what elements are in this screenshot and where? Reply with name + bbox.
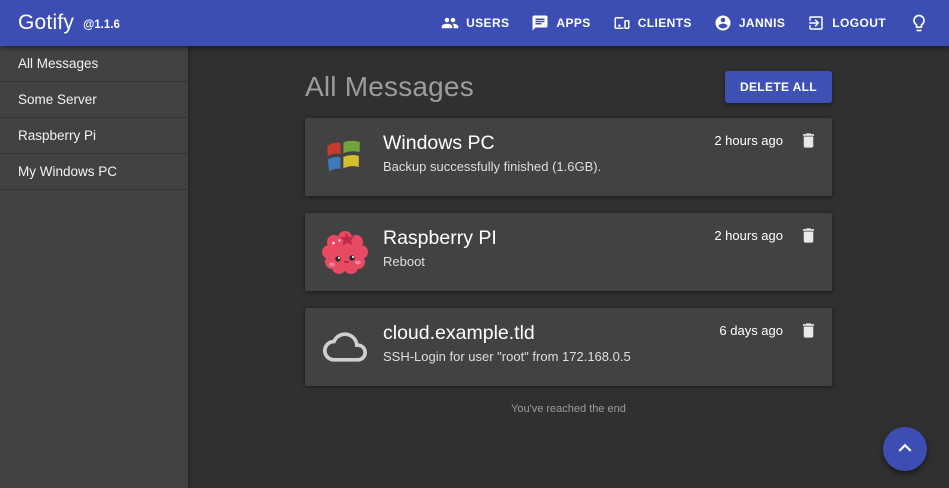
message-text: cloud.example.tld SSH-Login for user "ro… xyxy=(383,308,719,364)
page-title: All Messages xyxy=(305,71,474,103)
version-label: @1.1.6 xyxy=(83,19,120,31)
message-text: Windows PC Backup successfully finished … xyxy=(383,118,714,174)
nav-clients-button[interactable]: CLIENTS xyxy=(602,6,703,40)
message-title: cloud.example.tld xyxy=(383,321,719,345)
nav-users-button[interactable]: USERS xyxy=(430,6,520,40)
sidebar-item-raspberry-pi[interactable]: Raspberry Pi xyxy=(0,118,188,154)
nav-user-menu-button[interactable]: JANNIS xyxy=(703,6,796,40)
message-title: Raspberry PI xyxy=(383,226,714,250)
message-text: Raspberry PI Reboot xyxy=(383,213,714,269)
message-title: Windows PC xyxy=(383,131,714,155)
delete-message-icon xyxy=(799,131,818,150)
chevron-up-icon xyxy=(892,435,918,464)
account-icon xyxy=(714,14,732,32)
windows-logo-icon xyxy=(321,133,369,181)
message-body: Reboot xyxy=(383,254,714,269)
lightbulb-icon xyxy=(909,13,929,33)
delete-all-button[interactable]: DELETE ALL xyxy=(725,71,832,103)
nav-apps-button[interactable]: APPS xyxy=(520,6,601,40)
message-card-cloud: cloud.example.tld SSH-Login for user "ro… xyxy=(305,308,832,386)
main-area: All Messages DELETE ALL Windows PC Backu… xyxy=(188,46,949,488)
brand-title: Gotify xyxy=(18,11,74,35)
raspberry-logo-icon xyxy=(321,228,369,276)
sidebar: All Messages Some Server Raspberry Pi My… xyxy=(0,46,188,488)
nav-logout-label: LOGOUT xyxy=(832,16,886,30)
theme-toggle-button[interactable] xyxy=(903,7,935,39)
top-nav: USERS APPS CLIENTS JANNIS LOGOUT xyxy=(430,6,935,40)
nav-users-label: USERS xyxy=(466,16,509,30)
nav-user-label: JANNIS xyxy=(739,16,785,30)
users-icon xyxy=(441,14,459,32)
delete-message-button[interactable] xyxy=(799,226,818,245)
appbar: Gotify @1.1.6 USERS APPS CLIENTS JANNIS … xyxy=(0,0,949,46)
sidebar-item-some-server[interactable]: Some Server xyxy=(0,82,188,118)
delete-message-button[interactable] xyxy=(799,131,818,150)
nav-logout-button[interactable]: LOGOUT xyxy=(796,6,897,40)
delete-message-button[interactable] xyxy=(799,321,818,340)
sidebar-item-my-windows-pc[interactable]: My Windows PC xyxy=(0,154,188,190)
message-meta: 6 days ago xyxy=(719,308,818,340)
message-body: Backup successfully finished (1.6GB). xyxy=(383,159,714,174)
delete-message-icon xyxy=(799,321,818,340)
scroll-to-top-button[interactable] xyxy=(883,427,927,471)
apps-icon xyxy=(531,14,549,32)
message-body: SSH-Login for user "root" from 172.168.0… xyxy=(383,349,719,364)
delete-message-icon xyxy=(799,226,818,245)
logout-icon xyxy=(807,14,825,32)
message-timestamp: 6 days ago xyxy=(719,323,783,338)
message-timestamp: 2 hours ago xyxy=(714,133,783,148)
clients-icon xyxy=(613,14,631,32)
message-meta: 2 hours ago xyxy=(714,213,818,245)
nav-clients-label: CLIENTS xyxy=(638,16,692,30)
end-of-list-text: You've reached the end xyxy=(305,403,832,415)
message-meta: 2 hours ago xyxy=(714,118,818,150)
cloud-icon xyxy=(321,323,369,371)
message-card-raspberry-pi: Raspberry PI Reboot 2 hours ago xyxy=(305,213,832,291)
page-header-row: All Messages DELETE ALL xyxy=(305,72,832,102)
nav-apps-label: APPS xyxy=(556,16,590,30)
sidebar-item-all-messages[interactable]: All Messages xyxy=(0,46,188,82)
message-card-windows-pc: Windows PC Backup successfully finished … xyxy=(305,118,832,196)
message-timestamp: 2 hours ago xyxy=(714,228,783,243)
